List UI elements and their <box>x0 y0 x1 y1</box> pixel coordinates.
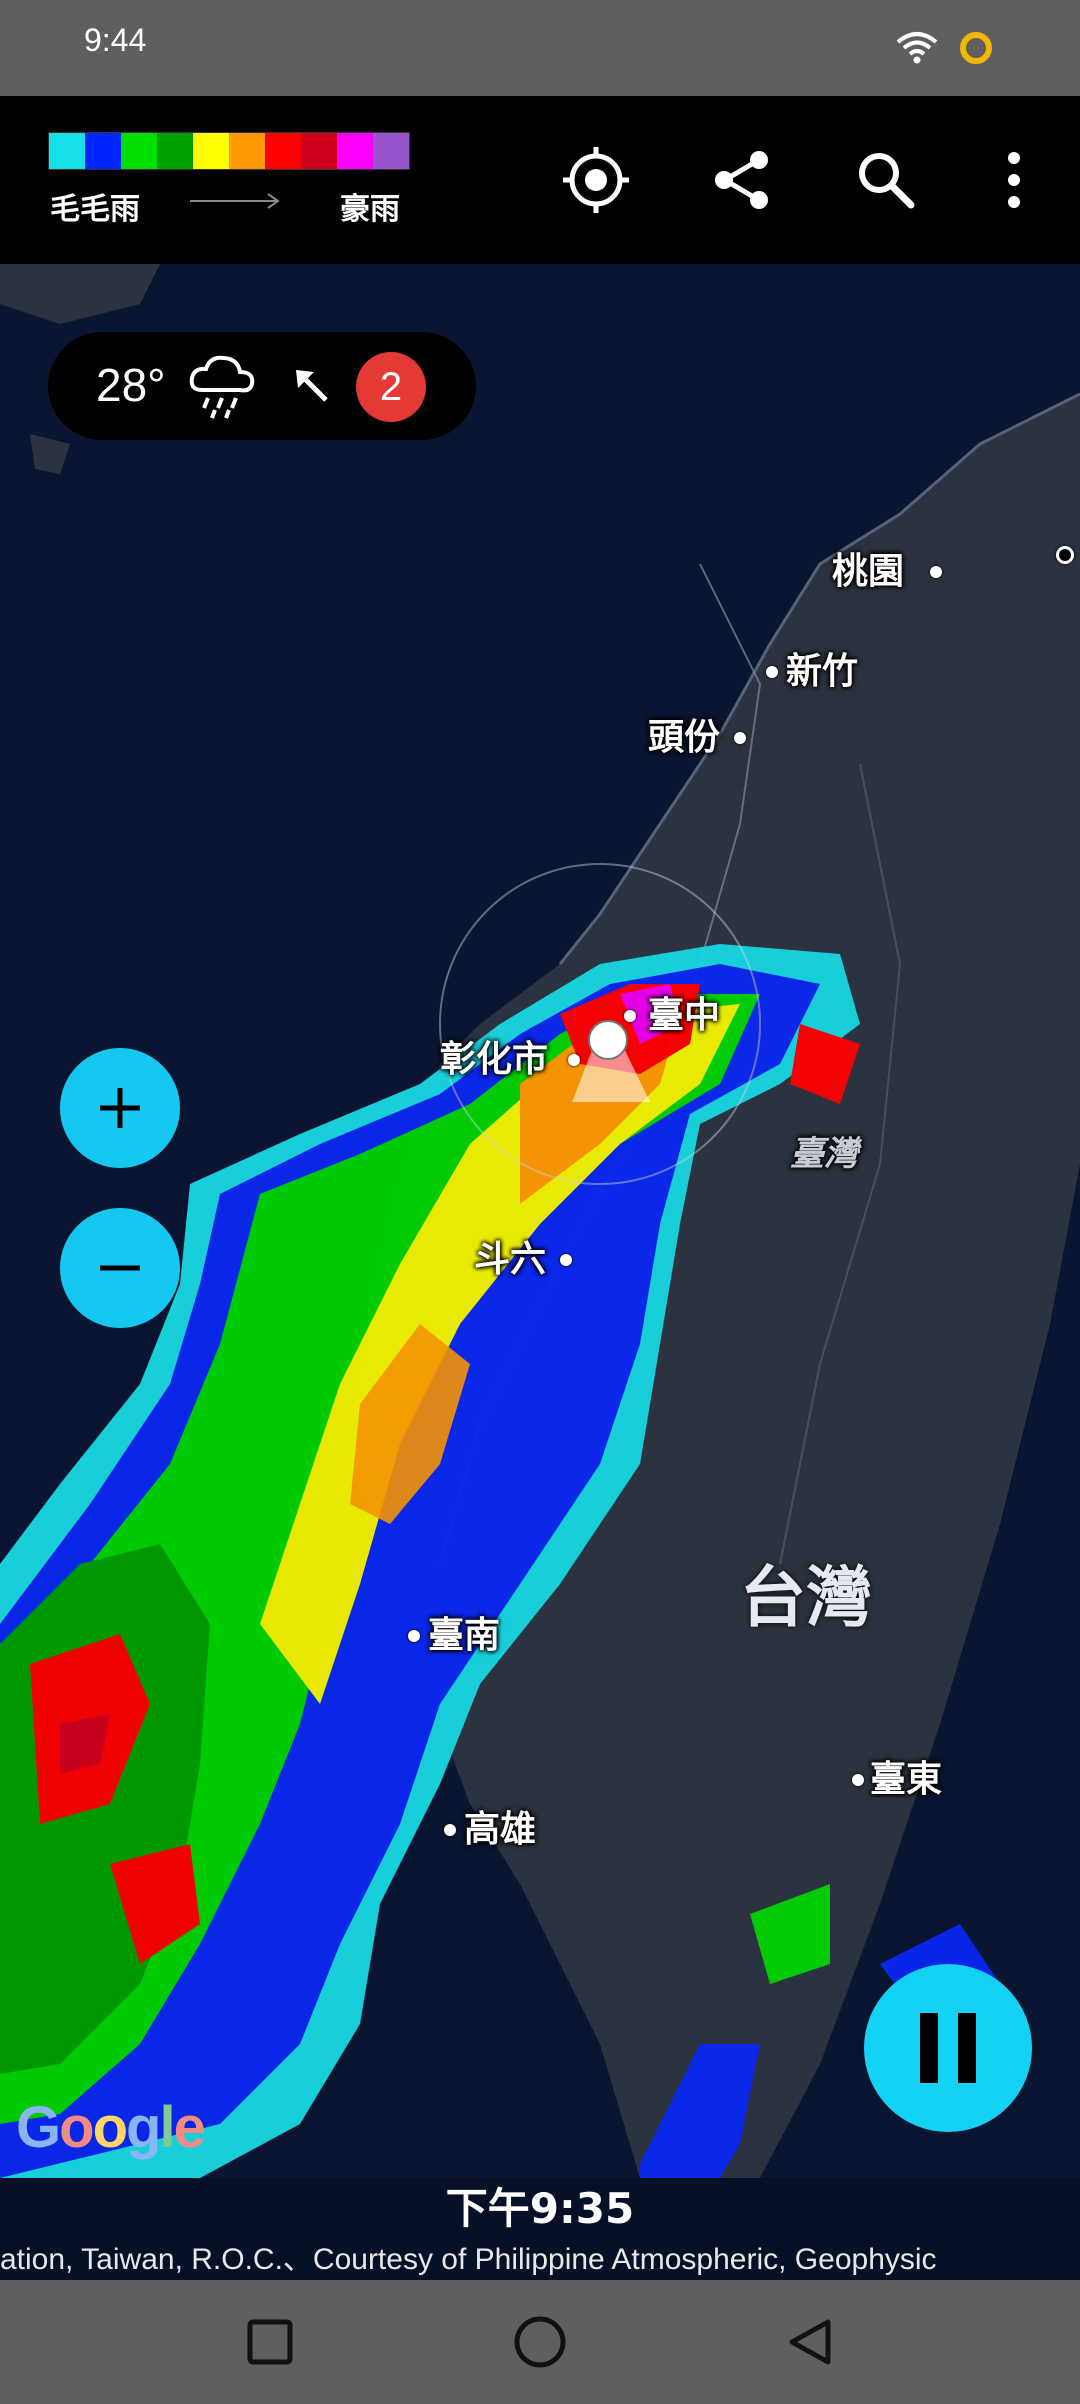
city-dot <box>1056 546 1074 564</box>
locate-button[interactable] <box>548 132 644 228</box>
home-button[interactable] <box>508 2310 572 2374</box>
pause-animation-button[interactable] <box>864 1964 1032 2132</box>
back-button[interactable] <box>778 2310 842 2374</box>
city-label: 桃園 <box>832 551 905 592</box>
city-dot <box>444 1824 456 1836</box>
home-circle-icon <box>514 2316 566 2368</box>
radar-timestamp: 下午9:35 <box>0 2178 1080 2240</box>
legend-swatch <box>301 133 337 169</box>
search-icon <box>859 153 915 209</box>
minus-icon <box>100 1265 140 1271</box>
arrow-northwest-icon <box>296 370 328 402</box>
zoom-out-button[interactable] <box>60 1208 180 1328</box>
city-label: 臺中 <box>648 995 721 1036</box>
city-label: 彰化市 <box>440 1039 549 1080</box>
share-button[interactable] <box>694 132 790 228</box>
legend-swatch <box>229 133 265 169</box>
city-dot <box>560 1254 572 1266</box>
temperature: 28° <box>96 359 166 411</box>
city-label: 新竹 <box>786 651 859 692</box>
legend-swatch <box>337 133 373 169</box>
ring-status-icon <box>960 32 992 64</box>
share-icon <box>715 151 768 209</box>
alert-count-badge[interactable]: 2 <box>356 352 426 422</box>
pause-icon <box>920 2013 976 2083</box>
legend-swatch <box>193 133 229 169</box>
locate-icon <box>563 147 629 213</box>
city-dot <box>852 1774 864 1786</box>
more-vert-icon <box>1008 152 1020 208</box>
legend-swatch <box>373 133 409 169</box>
city-dot <box>766 666 778 678</box>
region-label: 臺灣 <box>790 1134 858 1174</box>
precipitation-legend-scale <box>48 132 410 170</box>
zoom-in-button[interactable] <box>60 1048 180 1168</box>
legend-swatch <box>49 133 85 169</box>
city-label: 臺東 <box>870 1759 943 1800</box>
more-options-button[interactable] <box>964 132 1064 228</box>
google-logo: Google <box>16 2095 206 2160</box>
recents-button[interactable] <box>238 2310 302 2374</box>
plus-icon <box>100 1088 140 1128</box>
legend-arrow-icon <box>190 193 280 209</box>
rain-cloud-icon <box>189 355 255 419</box>
wifi-icon <box>896 32 938 64</box>
city-label: 斗六 <box>474 1239 547 1280</box>
city-dot <box>408 1630 420 1642</box>
map-canvas <box>0 264 1080 2178</box>
radar-map[interactable]: 桃園 新竹 頭份 臺中 彰化市 臺灣 斗六 台灣 臺南 臺東 高雄 <box>0 264 1080 2178</box>
legend-max-label: 豪雨 <box>340 192 400 227</box>
legend-swatch <box>85 133 121 169</box>
current-weather-chip[interactable]: 28° 2 <box>48 332 476 440</box>
data-credits-ticker: ation, Taiwan, R.O.C.、Courtesy of Philip… <box>0 2240 1080 2280</box>
system-nav-bar <box>0 2280 1080 2404</box>
top-app-bar: 毛毛雨 豪雨 <box>0 96 1080 264</box>
city-dot <box>568 1054 580 1066</box>
legend-swatch <box>157 133 193 169</box>
legend-swatch <box>121 133 157 169</box>
city-dot <box>734 732 746 744</box>
city-dot <box>624 1010 636 1022</box>
back-triangle-icon <box>789 2319 831 2365</box>
search-button[interactable] <box>838 132 934 228</box>
legend-min-label: 毛毛雨 <box>50 192 140 227</box>
status-bar: 9:44 <box>0 0 1080 96</box>
city-label: 頭份 <box>648 717 721 758</box>
city-label: 高雄 <box>464 1809 537 1850</box>
city-label: 臺南 <box>428 1615 501 1656</box>
recents-square-icon <box>247 2319 293 2365</box>
city-dot <box>930 566 942 578</box>
status-clock: 9:44 <box>84 22 147 58</box>
legend-swatch <box>265 133 301 169</box>
country-label: 台灣 <box>740 1559 872 1636</box>
